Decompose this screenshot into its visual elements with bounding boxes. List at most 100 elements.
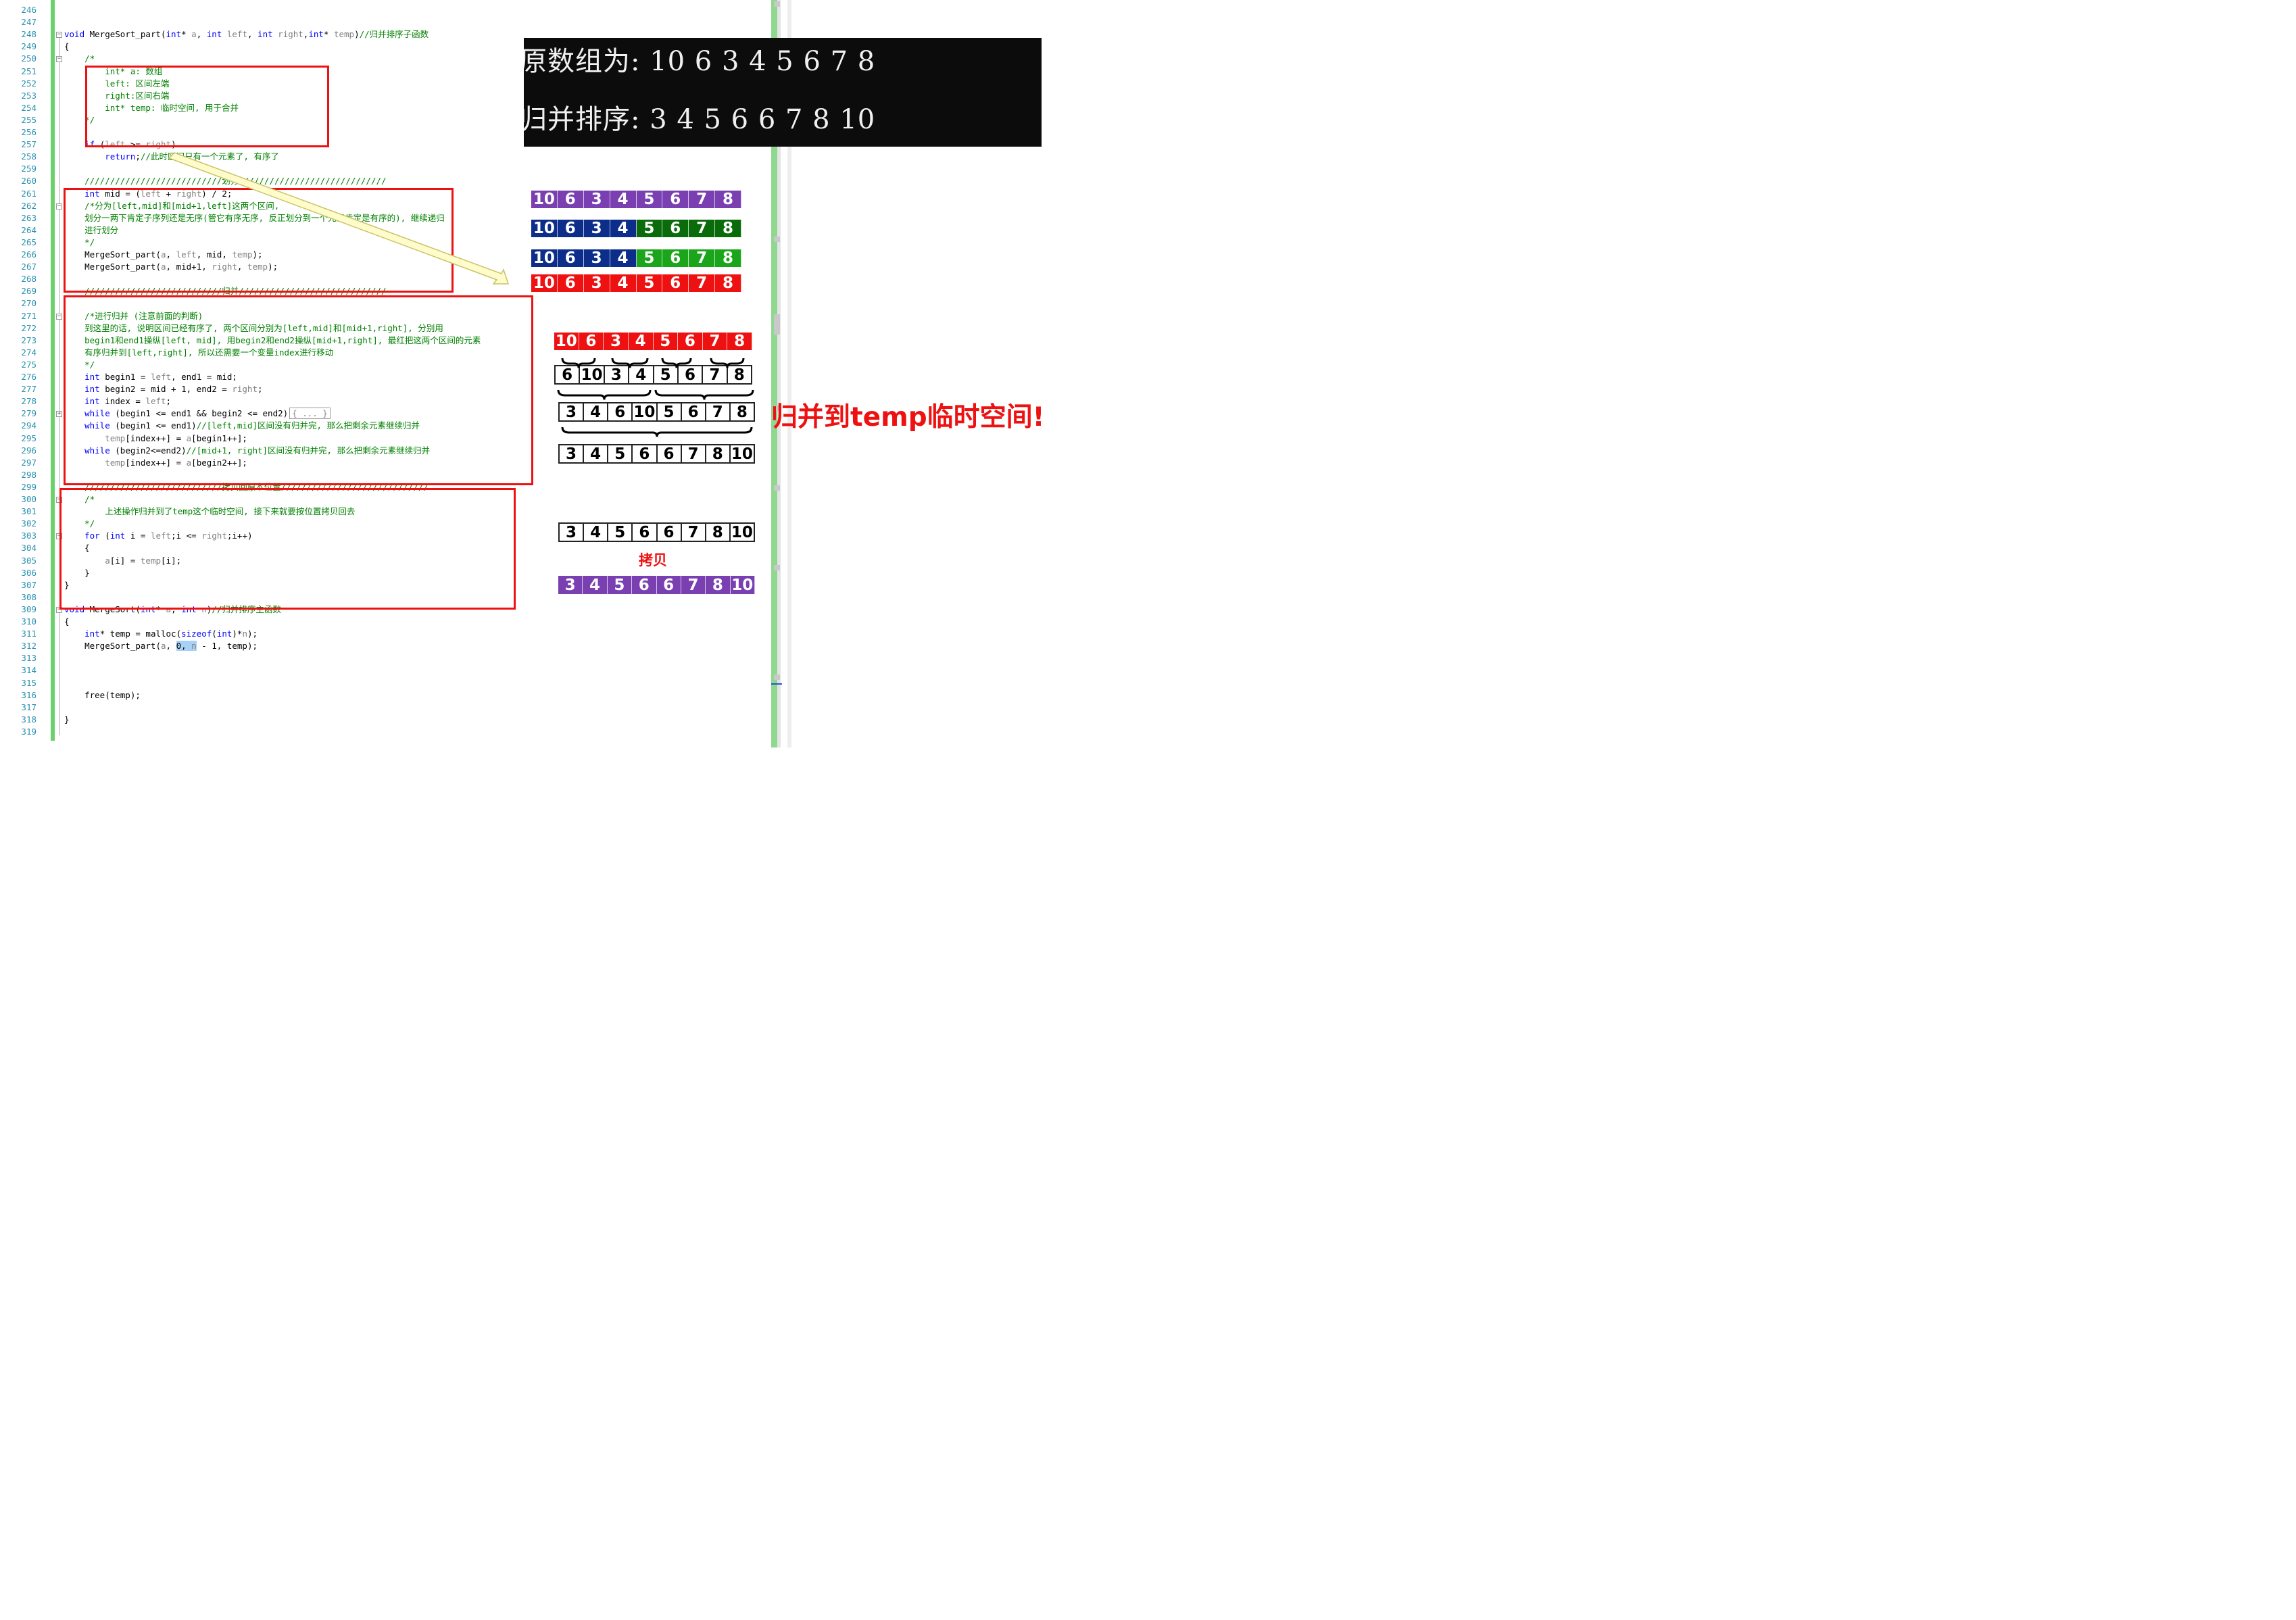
line-number: 313 xyxy=(21,653,36,664)
collapse-icon[interactable]: − xyxy=(56,56,62,63)
code-token: right xyxy=(278,29,303,40)
fold-guide-line xyxy=(59,612,60,735)
array-cell: 10 xyxy=(730,576,755,594)
line-number: 269 xyxy=(21,286,36,297)
code-token: ); xyxy=(247,629,258,639)
code-line[interactable]: MergeSort_part(a, 0, n - 1, temp); xyxy=(64,640,258,652)
array-cell: 6 xyxy=(557,274,584,292)
array-row: 3 4 5 6 6 7 8 10 xyxy=(558,576,755,594)
array-cell: 3 xyxy=(583,274,610,292)
array-cell: 10 xyxy=(729,444,755,464)
array-cell: 6 xyxy=(662,274,689,292)
code-token: MergeSort_part( xyxy=(84,29,166,40)
merge-to-temp-label: 归并到temp临时空间! xyxy=(771,402,1045,433)
code-line[interactable]: { xyxy=(64,41,70,53)
line-number: 298 xyxy=(21,469,36,480)
array-cell: 6 xyxy=(656,444,682,464)
code-line[interactable]: int* temp = malloc(sizeof(int)*n); xyxy=(64,628,258,640)
line-number: 299 xyxy=(21,481,36,492)
code-token: * xyxy=(181,29,192,40)
code-token: int xyxy=(166,29,182,40)
array-cell: 6 xyxy=(677,365,704,385)
array-cell: 7 xyxy=(681,576,706,594)
array-cell: 5 xyxy=(653,333,679,350)
array-cell: 4 xyxy=(610,249,637,267)
array-cell: 8 xyxy=(726,365,752,385)
code-token: ( xyxy=(212,629,217,639)
code-token: { xyxy=(64,616,70,627)
array-cell: 4 xyxy=(610,220,637,237)
line-number: 311 xyxy=(21,629,36,639)
line-number: 275 xyxy=(21,359,36,370)
code-token: n xyxy=(191,641,197,652)
line-number: 294 xyxy=(21,420,36,431)
array-cell: 4 xyxy=(610,191,637,208)
code-line[interactable]: } xyxy=(64,714,70,726)
array-cell: 5 xyxy=(636,220,663,237)
line-number: 315 xyxy=(21,677,36,688)
code-token: a xyxy=(191,29,197,40)
line-number: 261 xyxy=(21,188,36,199)
change-indicator-bar xyxy=(51,0,55,741)
line-number: 300 xyxy=(21,494,36,504)
code-line[interactable]: return;//此时区间只有一个元素了, 有序了 xyxy=(64,151,279,163)
array-cell: 3 xyxy=(558,522,585,542)
code-token: ) xyxy=(354,29,360,40)
collapse-icon[interactable]: − xyxy=(56,203,62,210)
array-cell: 7 xyxy=(680,522,706,542)
copy-label: 拷贝 xyxy=(639,552,667,568)
array-cell: 8 xyxy=(715,191,741,208)
collapse-icon[interactable]: − xyxy=(56,313,62,320)
expand-icon[interactable]: + xyxy=(56,411,62,418)
array-cell: 4 xyxy=(628,365,654,385)
line-number: 276 xyxy=(21,372,36,382)
line-number: 251 xyxy=(21,66,36,76)
code-line[interactable]: free(temp); xyxy=(64,689,141,702)
array-cell: 3 xyxy=(558,402,585,422)
console-original-array: 原数组为: 10 6 3 4 5 6 7 8 xyxy=(524,46,876,77)
line-number: 260 xyxy=(21,176,36,187)
code-token: int xyxy=(216,629,233,639)
line-number: 303 xyxy=(21,531,36,541)
line-number: 259 xyxy=(21,164,36,174)
array-cell: 4 xyxy=(583,444,609,464)
array-cell: 3 xyxy=(583,249,610,267)
code-token: 0, xyxy=(176,641,192,652)
code-line[interactable]: /* xyxy=(64,53,95,65)
array-cell: 10 xyxy=(531,191,558,208)
line-number: 302 xyxy=(21,518,36,529)
array-cell: 3 xyxy=(603,365,630,385)
code-token: - 1, temp); xyxy=(196,641,258,652)
array-cell: 3 xyxy=(604,333,629,350)
array-cell: 6 xyxy=(554,365,581,385)
code-token: //此时区间只有一个元素了, 有序了 xyxy=(140,151,280,162)
array-cell: 3 xyxy=(558,576,583,594)
array-cell: 10 xyxy=(531,220,558,237)
scrollbar-marker xyxy=(774,314,780,335)
line-number: 262 xyxy=(21,200,36,211)
line-number: 318 xyxy=(21,714,36,725)
array-cell: 6 xyxy=(680,402,706,422)
scrollbar-marker xyxy=(774,1,780,7)
line-number: 265 xyxy=(21,237,36,247)
array-cell: 8 xyxy=(715,220,741,237)
code-line[interactable]: void MergeSort_part(int* a, int left, in… xyxy=(64,28,429,41)
code-token: int xyxy=(84,629,100,639)
array-cell: 6 xyxy=(662,249,689,267)
line-number: 312 xyxy=(21,641,36,652)
code-token: //归并排序子函数 xyxy=(359,29,429,40)
array-row: 6 10 3 4 5 6 7 8 xyxy=(554,365,752,385)
line-number: 252 xyxy=(21,78,36,89)
line-number: 309 xyxy=(21,604,36,614)
array-cell: 5 xyxy=(656,402,682,422)
code-line[interactable]: { xyxy=(64,616,70,628)
console-sorted-array: 归并排序: 3 4 5 6 6 7 8 10 xyxy=(524,104,876,135)
brace-icon xyxy=(557,389,652,400)
line-number: 301 xyxy=(21,506,36,517)
array-cell: 6 xyxy=(607,402,633,422)
code-line[interactable]: ///////////////////////////划分///////////… xyxy=(64,175,386,187)
array-cell: 8 xyxy=(715,249,741,267)
collapse-icon[interactable]: − xyxy=(56,32,62,39)
